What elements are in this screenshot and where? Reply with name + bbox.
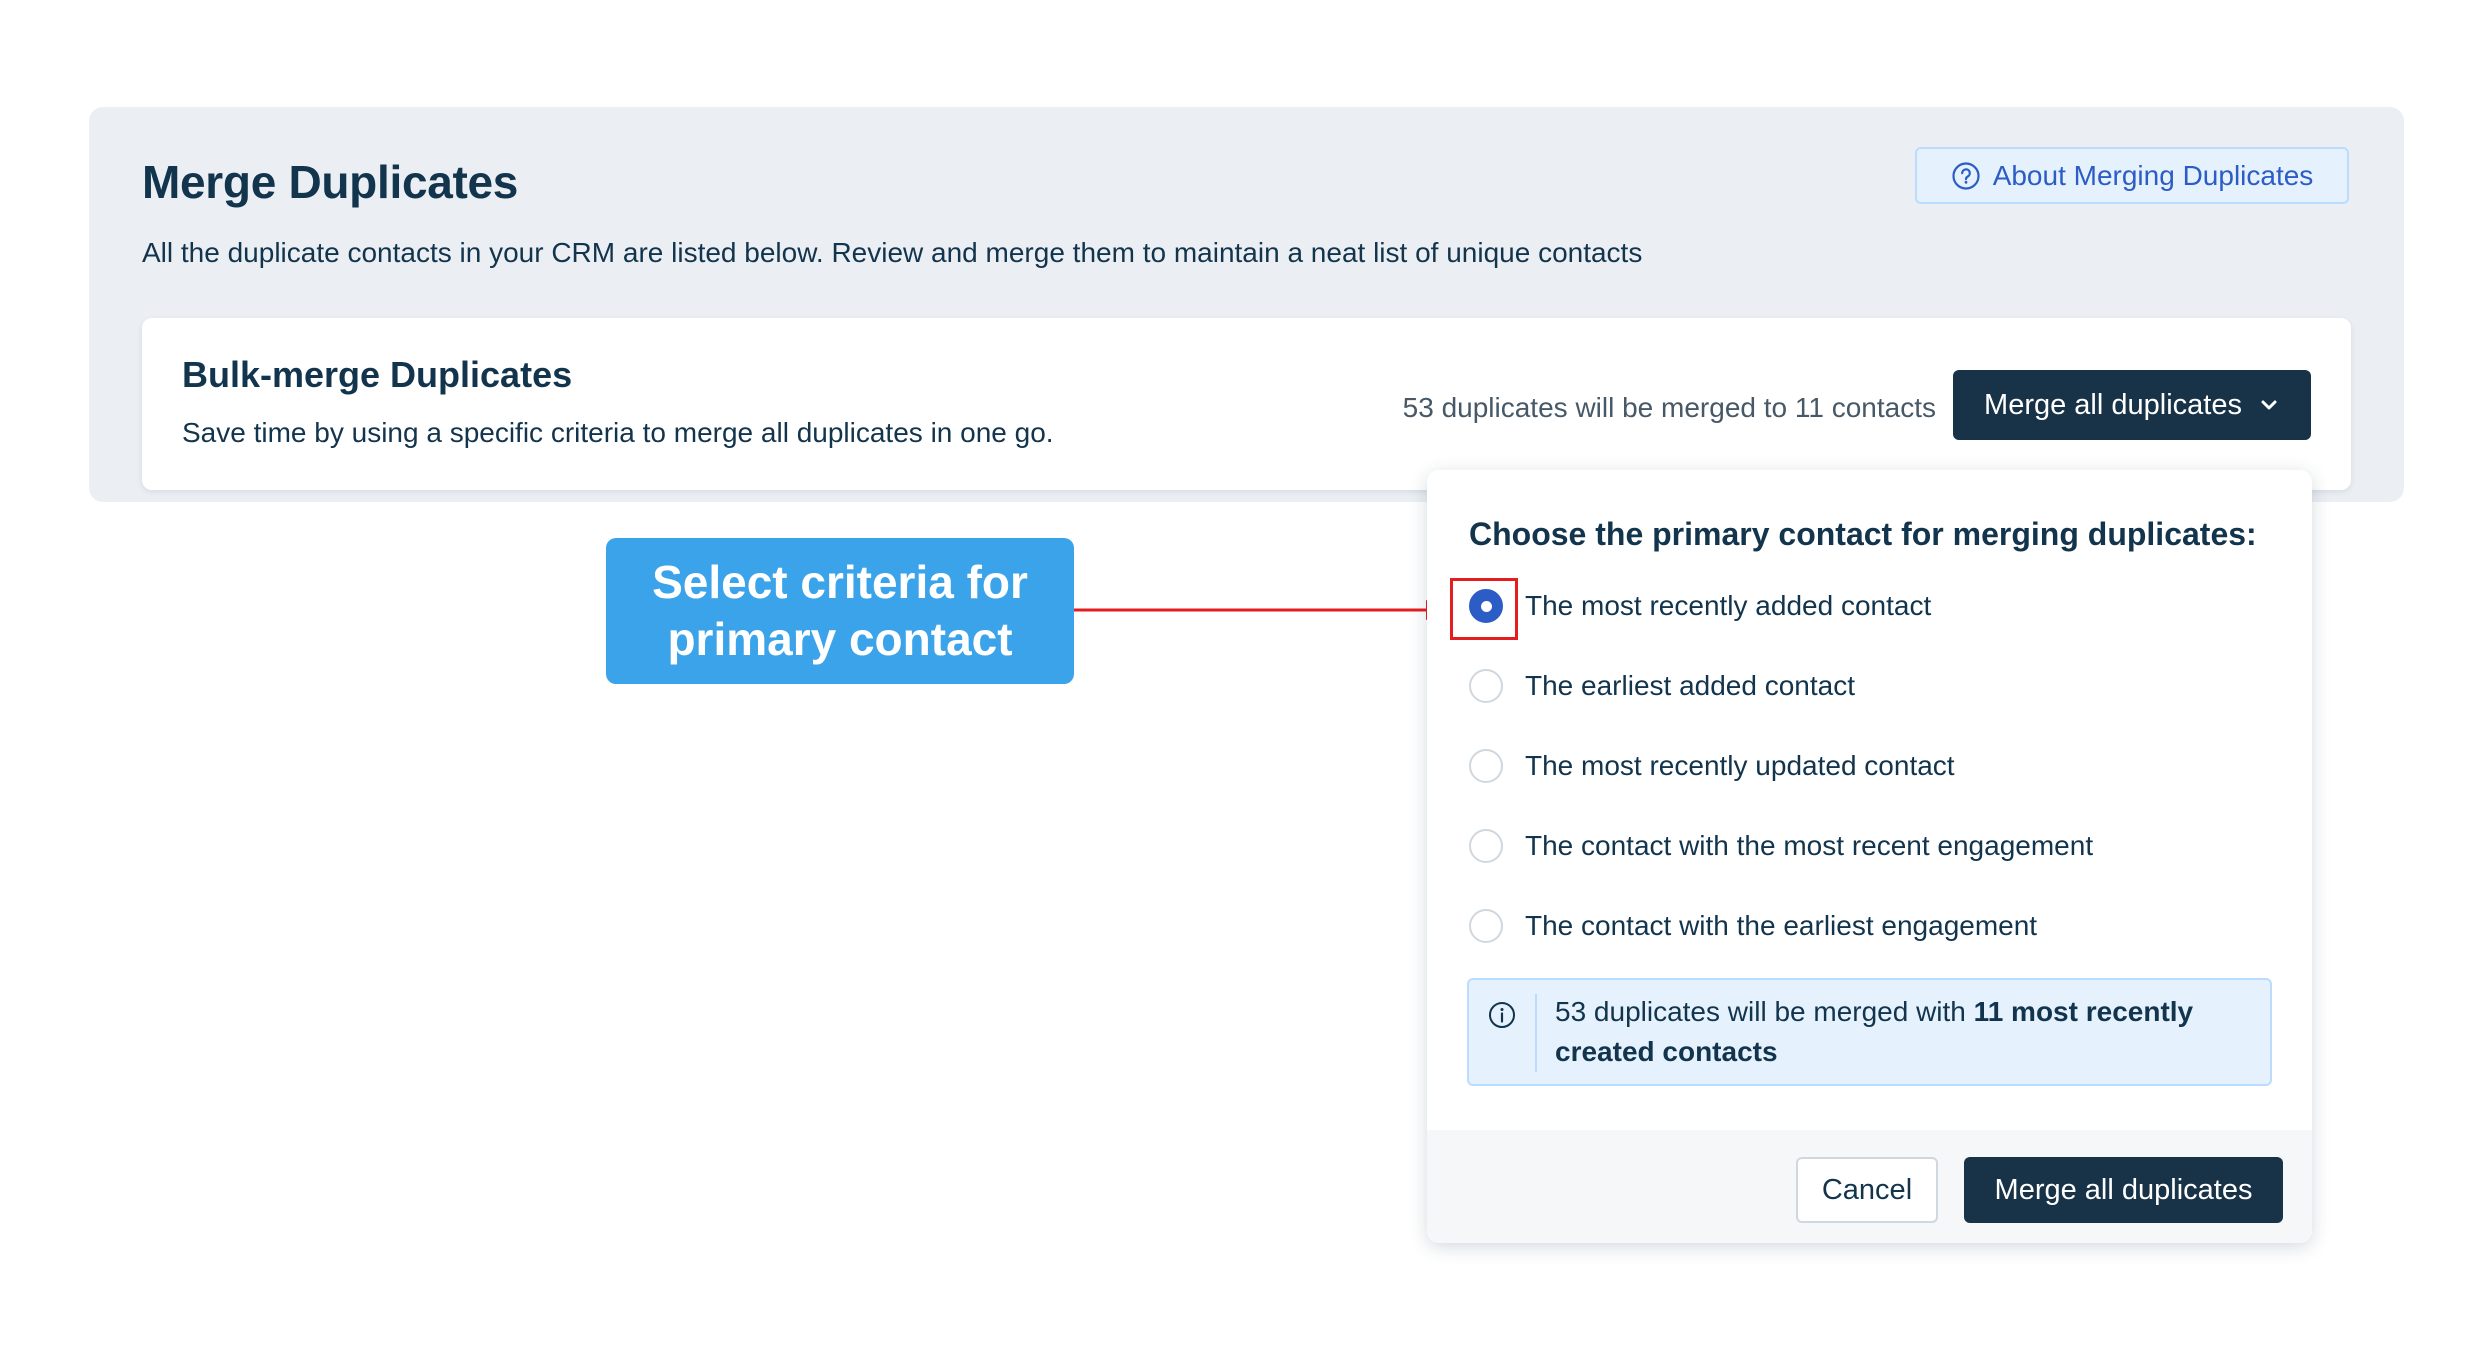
radio-button-selected[interactable] xyxy=(1469,589,1503,623)
radio-button[interactable] xyxy=(1469,749,1503,783)
option-earliest-added[interactable]: The earliest added contact xyxy=(1469,662,1855,710)
page-description: All the duplicate contacts in your CRM a… xyxy=(142,237,1643,268)
option-label: The contact with the most recent engagem… xyxy=(1525,830,2094,861)
radio-button[interactable] xyxy=(1469,909,1503,943)
about-button-label: About Merging Duplicates xyxy=(1992,159,2314,191)
cancel-button[interactable]: Cancel xyxy=(1796,1157,1938,1223)
option-label: The most recently updated contact xyxy=(1525,750,1955,781)
page-title: Merge Duplicates xyxy=(142,156,519,208)
bulk-merge-title: Bulk-merge Duplicates xyxy=(182,354,573,395)
annotation-arrow xyxy=(1074,600,1446,620)
merge-all-duplicates-button[interactable]: Merge all duplicates xyxy=(1964,1157,2283,1223)
annotation-callout: Select criteria for primary contact xyxy=(606,538,1074,684)
option-label: The most recently added contact xyxy=(1525,590,1932,621)
chevron-down-icon xyxy=(2258,394,2280,416)
option-most-recent-engagement[interactable]: The contact with the most recent engagem… xyxy=(1469,822,2093,870)
option-label: The contact with the earliest engagement xyxy=(1525,910,2038,941)
merge-summary-text: 53 duplicates will be merged to 11 conta… xyxy=(1402,392,1936,423)
about-merging-duplicates-button[interactable]: About Merging Duplicates xyxy=(1915,147,2349,204)
bulk-merge-card: Bulk-merge Duplicates Save time by using… xyxy=(142,318,2351,490)
info-text-prefix: 53 duplicates will be merged with xyxy=(1555,996,1974,1027)
bulk-merge-description: Save time by using a specific criteria t… xyxy=(182,417,1054,448)
option-earliest-engagement[interactable]: The contact with the earliest engagement xyxy=(1469,902,2037,950)
option-most-recently-added[interactable]: The most recently added contact xyxy=(1469,582,1931,630)
merge-all-duplicates-dropdown-button[interactable]: Merge all duplicates xyxy=(1953,370,2311,440)
question-circle-icon xyxy=(1951,161,1981,191)
info-divider xyxy=(1535,994,1537,1072)
merge-all-duplicates-label: Merge all duplicates xyxy=(1984,388,2242,421)
merge-info-text: 53 duplicates will be merged with 11 mos… xyxy=(1555,992,2255,1072)
option-label: The earliest added contact xyxy=(1525,670,1855,701)
info-circle-icon xyxy=(1487,1000,1517,1030)
callout-line-2: primary contact xyxy=(667,613,1013,665)
merge-info-box: 53 duplicates will be merged with 11 mos… xyxy=(1467,978,2272,1086)
option-most-recently-updated[interactable]: The most recently updated contact xyxy=(1469,742,1955,790)
primary-contact-dropdown: Choose the primary contact for merging d… xyxy=(1427,470,2312,1243)
radio-button[interactable] xyxy=(1469,829,1503,863)
dropdown-footer: Cancel Merge all duplicates xyxy=(1427,1130,2312,1243)
radio-button[interactable] xyxy=(1469,669,1503,703)
callout-line-1: Select criteria for xyxy=(652,556,1028,608)
dropdown-heading: Choose the primary contact for merging d… xyxy=(1469,516,2257,552)
